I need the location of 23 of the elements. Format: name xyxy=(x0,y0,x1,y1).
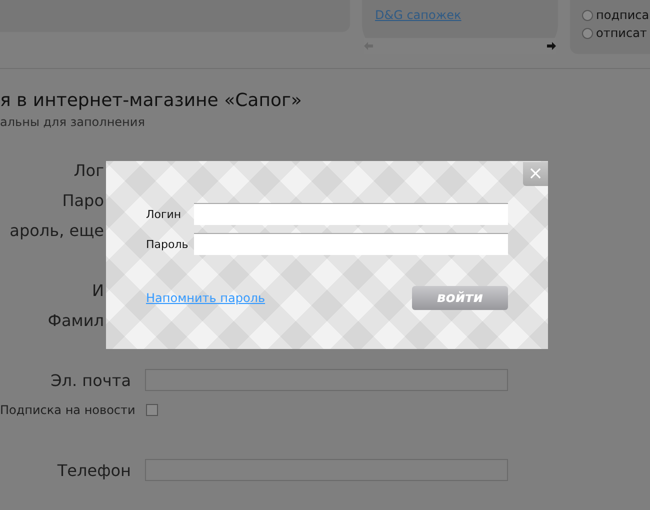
form-label: И xyxy=(91,280,104,300)
form-label: ароль, еще xyxy=(8,220,104,240)
input-field[interactable] xyxy=(194,203,508,225)
close-button[interactable]: × xyxy=(523,162,548,186)
form-label: Телефон xyxy=(56,460,131,480)
radio-button[interactable] xyxy=(582,28,593,38)
form-label: Фамил xyxy=(46,310,104,330)
remind-password-link[interactable]: Напомнить пароль xyxy=(146,291,266,305)
news-link[interactable]: D&G сапожек xyxy=(375,8,558,22)
checkbox[interactable] xyxy=(146,404,158,416)
input-field[interactable] xyxy=(194,233,508,255)
radio-label: подписа xyxy=(596,8,650,22)
page-heading: я в интернет-магазине «Сапог» xyxy=(0,90,303,111)
radio-label: отписат xyxy=(596,26,647,40)
required-note: альны для заполнения xyxy=(0,115,146,129)
right-arrow-icon[interactable] xyxy=(547,42,556,50)
field-label: Логин xyxy=(146,208,182,220)
form-label: Лог xyxy=(72,160,104,180)
form-label: Паро xyxy=(61,190,104,210)
radio-button[interactable] xyxy=(582,10,593,20)
form-label: Эл. почта xyxy=(50,370,131,390)
login-button[interactable]: войти xyxy=(412,286,508,310)
field-label: Пароль xyxy=(146,238,190,250)
